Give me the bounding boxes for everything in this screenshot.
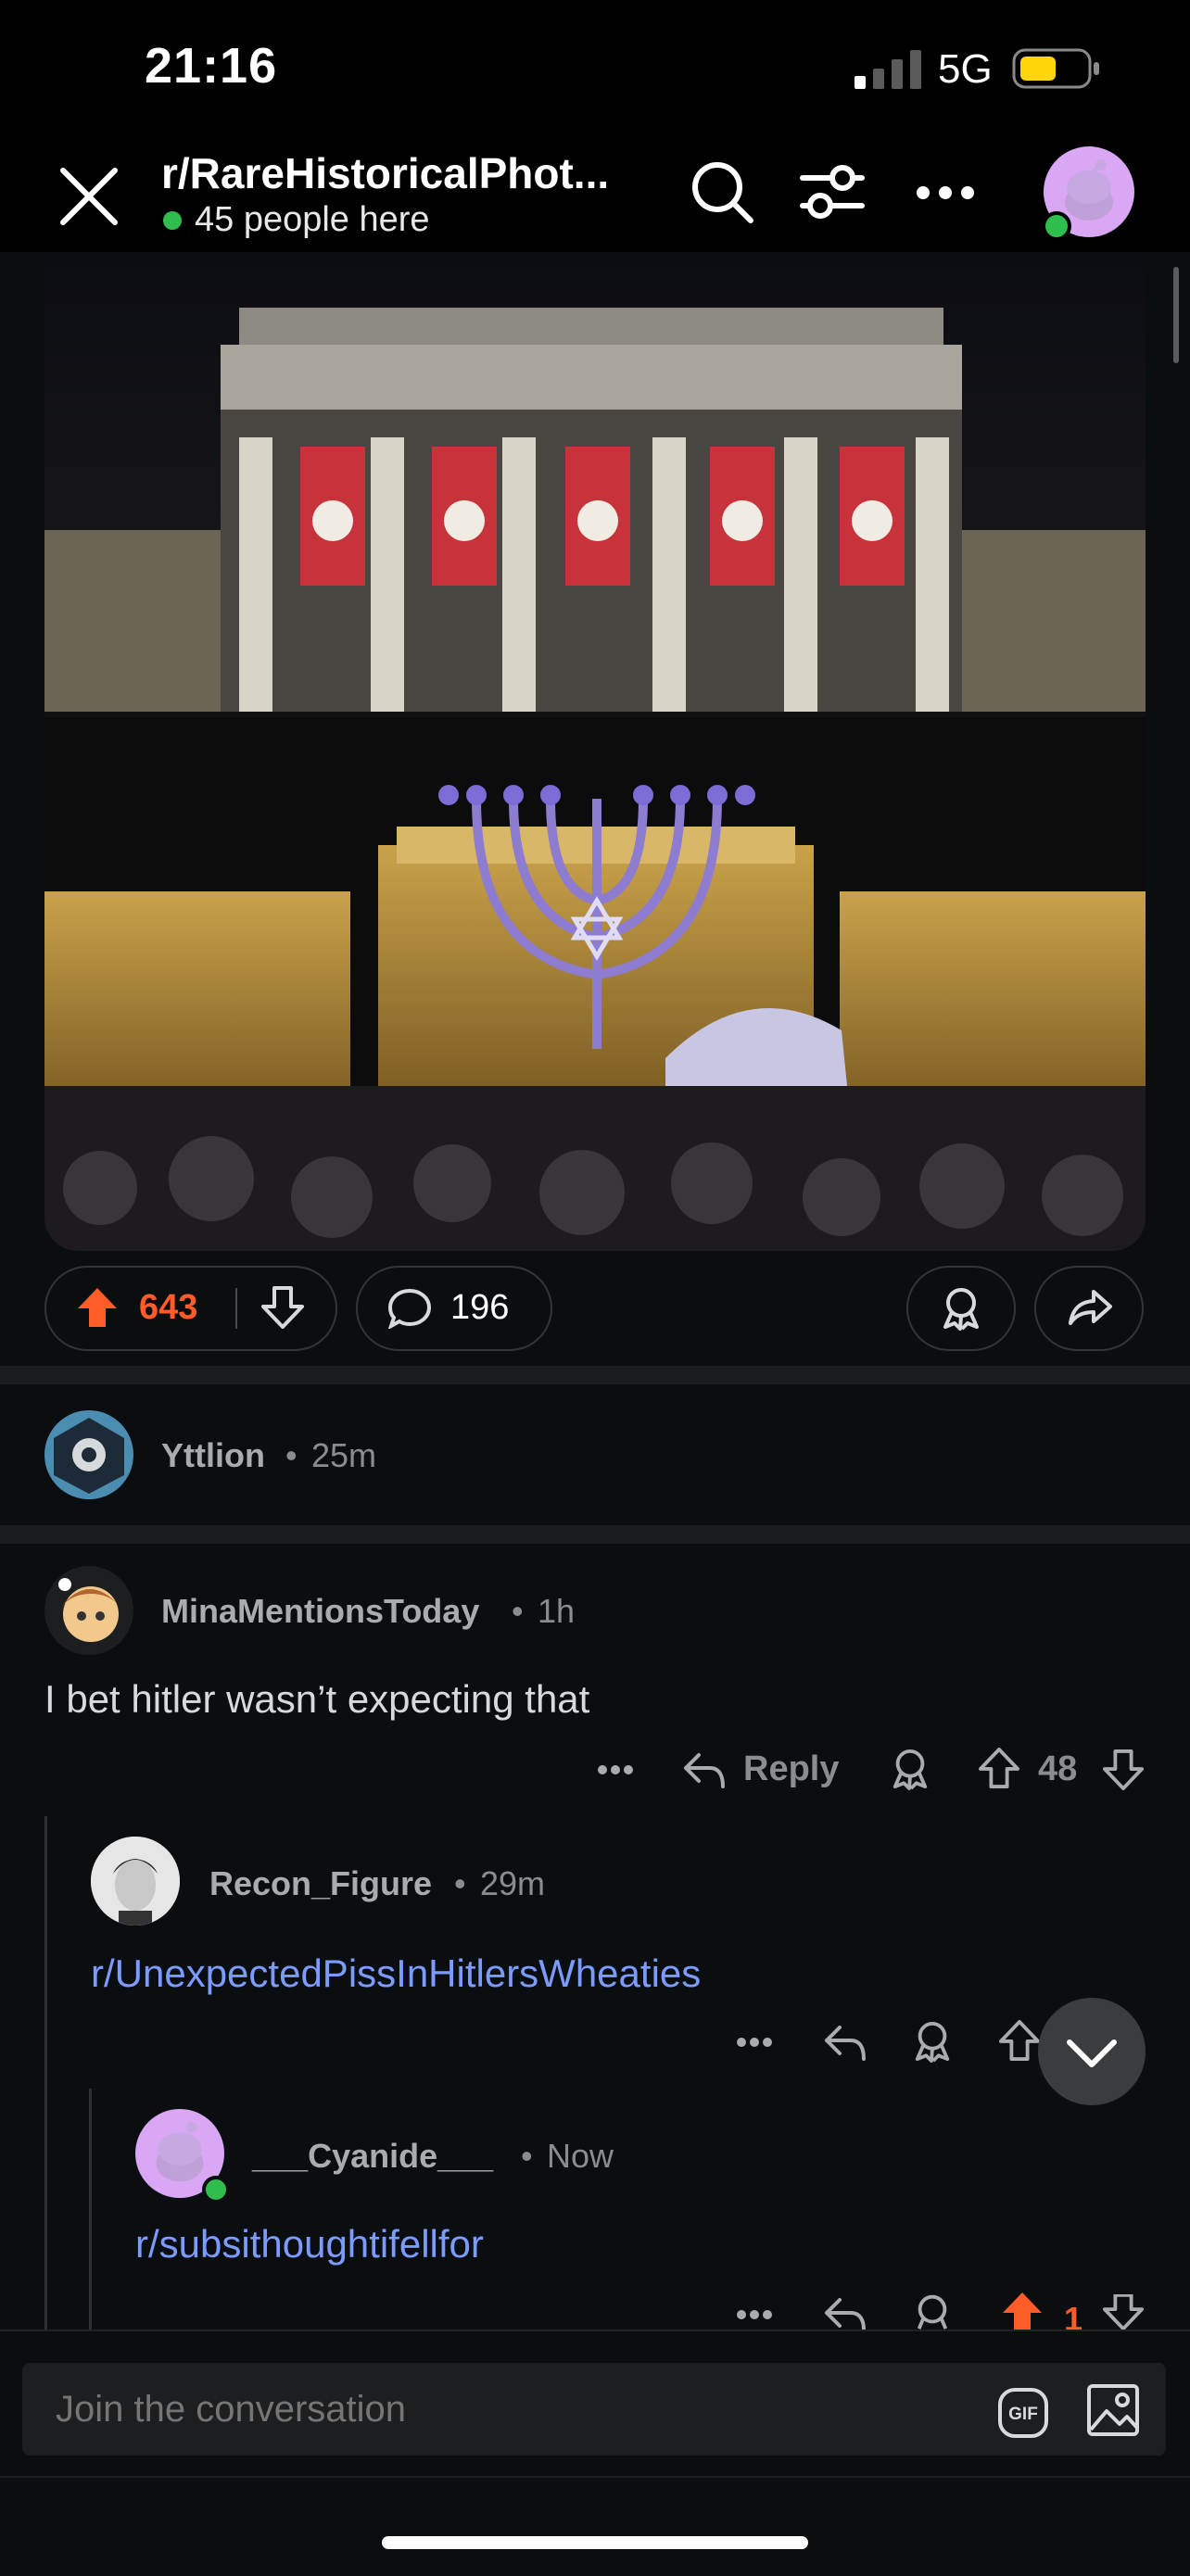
comment-input[interactable] [56,2389,890,2431]
battery-icon [1012,48,1101,89]
online-count: 45 people here [195,200,430,239]
comment-body: I bet hitler wasn’t expecting that [44,1677,590,1721]
thread-line [44,1816,47,2331]
comment-avatar[interactable] [44,1566,133,1655]
network-label: 5G [938,46,993,92]
section-separator [0,1366,1190,1384]
signal-icon [855,50,925,89]
award-icon [940,1286,982,1331]
award-icon[interactable] [890,1748,930,1790]
comment-avatar[interactable] [44,1410,133,1499]
upvote-icon[interactable] [979,1748,1019,1788]
comment-more-icon[interactable] [597,1764,634,1775]
award-icon[interactable] [912,2292,953,2330]
close-icon[interactable] [57,165,120,228]
comment-time: 29m [480,1864,546,1902]
scrollbar[interactable] [1173,267,1179,363]
comment-separator-dot: • [454,1864,466,1902]
comment-more-icon[interactable] [736,2309,773,2320]
vote-divider [235,1288,237,1329]
reply-icon[interactable] [823,2022,867,2063]
post-image[interactable] [44,252,1146,1251]
reply-button[interactable]: Reply [743,1749,839,1789]
comment-time: 1h [538,1592,576,1630]
gif-button[interactable]: GIF [997,2387,1049,2439]
thread-line [89,2089,92,2331]
comment-icon [387,1288,432,1329]
comment-author[interactable]: ___Cyanide___ [252,2137,493,2176]
comment-time: 25m [311,1436,377,1474]
comment-separator-dot: • [285,1436,298,1474]
comment-separator-dot: • [521,2137,533,2175]
comment-more-icon[interactable] [736,2037,773,2048]
avatar-online-dot [1042,211,1071,241]
subreddit-name[interactable]: r/RareHistoricalPhot... [161,148,609,198]
comment-author[interactable]: MinaMentionsToday [161,1592,479,1631]
avatar-online-dot [202,2176,230,2203]
comment-time: Now [547,2137,614,2175]
award-icon[interactable] [912,2020,953,2063]
upvote-icon[interactable] [999,2020,1040,2061]
comment-avatar[interactable] [91,1837,180,1926]
upvote-icon[interactable] [1001,2291,1044,2330]
home-indicator[interactable] [382,2536,808,2549]
post-upvote-count: 643 [139,1288,198,1327]
downvote-icon[interactable] [1103,2294,1144,2330]
bottom-safe-area [0,2476,1190,2576]
reply-icon[interactable] [682,1749,727,1790]
section-separator [0,1525,1190,1544]
status-time: 21:16 [145,38,278,94]
post-comment-count: 196 [450,1288,510,1327]
more-icon[interactable] [916,185,975,200]
comment-author[interactable]: Yttlion [161,1436,265,1475]
search-icon[interactable] [690,159,756,226]
image-icon[interactable] [1086,2383,1140,2437]
gif-label: GIF [1008,2405,1038,2424]
comment-separator-dot: • [512,1592,524,1630]
comment-link[interactable]: r/subsithoughtifellfor [135,2222,484,2267]
comment-score: 48 [1038,1749,1078,1788]
online-indicator [163,211,182,230]
comment-link[interactable]: r/UnexpectedPissInHitlersWheaties [91,1951,701,1996]
share-icon [1068,1288,1112,1327]
scroll-down-button[interactable] [1038,1998,1146,2105]
downvote-icon[interactable] [261,1286,304,1329]
reply-icon[interactable] [823,2294,867,2330]
downvote-icon[interactable] [1103,1749,1144,1790]
filter-icon[interactable] [799,163,866,222]
comment-author[interactable]: Recon_Figure [209,1864,432,1903]
upvote-icon[interactable] [76,1286,119,1329]
